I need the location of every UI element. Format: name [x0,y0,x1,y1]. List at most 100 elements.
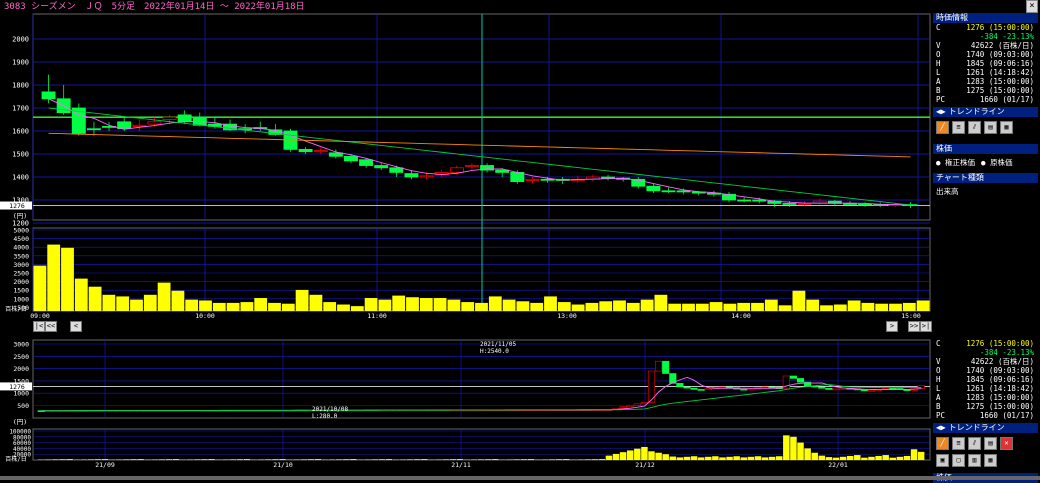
pen-tool-icon[interactable]: ╱ [936,121,949,134]
nav-prev-button[interactable]: < [70,321,82,332]
volume-bar-bottom [741,457,747,460]
low-annotation-value: L:280.0 [312,413,338,420]
volume-bar-bottom [137,459,143,460]
price-tick-label: 1700 [12,105,29,113]
price-unit-label: (円) [13,212,27,220]
quote-value: 1276 (15:00:00) [950,23,1038,32]
volume-bar-bottom [315,459,321,460]
candle-body [314,151,327,152]
nav-prev-fast-button[interactable]: << [45,321,57,332]
volume-bar [185,300,198,311]
date-axis-label: 21/09 [95,461,115,469]
daily-candle [655,361,661,371]
nav-next-fast-button[interactable]: >> [908,321,920,332]
volume-bar-bottom [166,459,172,460]
quote2-key: O [933,366,950,375]
volume-bar-bottom [329,459,335,460]
save-tool-icon-2[interactable]: ▦ [984,454,997,467]
quote-row: L1261 (14:18:42) [933,68,1038,77]
candle-body [859,204,872,205]
candle-body [647,186,660,191]
volume-bar [875,304,888,311]
quote2-value: 1740 (09:03:00) [950,366,1038,375]
copy-tool-icon-2[interactable]: ▣ [936,454,949,467]
radio-adjusted[interactable]: ● 権正株価 [936,157,975,168]
volume-bar [572,305,585,311]
volume-bar-bottom [230,459,236,460]
pen-tool-icon-2[interactable]: ╱ [936,437,949,450]
volume-bar-bottom [506,459,512,460]
current-price-label: 1276 [9,202,25,210]
volume-bar-bottom [662,454,668,460]
volume-bar-bottom [868,457,874,460]
volume-bar [793,291,806,311]
save-tool-icon[interactable]: ▦ [1000,121,1013,134]
volume-bar [613,300,626,311]
channel-tool-icon-2[interactable]: ⫽ [968,437,981,450]
volume-bar-bottom [691,456,697,460]
volume-bar-bottom [890,458,896,460]
paste-tool-icon-2[interactable]: ▢ [952,454,965,467]
quote2-value: 1276 (15:00:00) [950,339,1038,348]
time-axis-label: 11:00 [367,312,387,320]
quote-value: 1283 (15:00:00) [950,77,1038,86]
volume-bar [475,303,488,311]
volume-bar [599,301,612,311]
fib-tool-icon-2[interactable]: ▤ [984,437,997,450]
candle-body [148,122,161,124]
channel-tool-icon[interactable]: ⫽ [968,121,981,134]
volume-bar-bottom [769,457,775,460]
volume-bar-bottom [549,459,555,460]
trendline-header-2[interactable]: ◀▶ トレンドライン [933,423,1038,433]
ma-mid-line-bottom [42,385,922,411]
grid-tool-icon-2[interactable]: ≡ [952,437,965,450]
quote-row: B1275 (15:00:00) [933,86,1038,95]
volume-bar [668,304,681,311]
nav-last-button[interactable]: >| [920,321,932,332]
quote2-value: -384 -23.13% [950,348,1038,357]
volume-bar [862,303,875,311]
volume-bar-bottom [88,459,94,460]
price-tick-label-bottom: 500 [17,402,29,410]
volume-bar-bottom [102,459,108,460]
daily-candle [627,405,633,406]
volume-bar-bottom [116,459,122,460]
chart-type-value[interactable]: 出来高 [933,183,1038,200]
daily-candle [769,387,775,388]
nav-first-button[interactable]: |< [33,321,45,332]
volume-bar-bottom [861,458,867,460]
quote-panel-header: 時価情報 [933,13,1038,23]
volume-bar-bottom [442,459,448,460]
trendline-header[interactable]: ◀▶ トレンドライン [933,107,1038,117]
volume-bar-bottom [237,459,243,460]
volume-bar [834,305,847,311]
volume-bar [116,296,129,311]
volume-bar-bottom [670,457,676,460]
volume-unit-label: 百株/日 [5,305,27,313]
volume-tick-label: 3000 [13,261,29,269]
delete-tool-icon-2[interactable]: ✕ [1000,437,1013,450]
volume-bar-bottom [783,435,789,460]
daily-candle [826,388,832,389]
radio-raw[interactable]: ● 原株価 [981,157,1013,168]
daily-candle [748,389,754,390]
volume-bar-bottom [450,459,456,460]
print-tool-icon-2[interactable]: ▥ [968,454,981,467]
volume-bar-bottom [620,452,626,460]
daily-candle [620,407,626,408]
fib-tool-icon[interactable]: ▤ [984,121,997,134]
trendline-label: トレンドライン [949,107,1005,117]
candle-body [133,125,146,126]
volume-bar-bottom [478,459,484,460]
volume-bar-bottom [811,453,817,460]
volume-bar [641,300,654,311]
volume-bar-bottom [59,459,65,460]
nav-next-button[interactable]: > [886,321,898,332]
volume-bar-bottom [833,458,839,460]
window-bottom-border [0,476,1040,480]
candle-body [42,92,55,99]
volume-bar [213,303,226,311]
candle-body [738,200,751,201]
quote2-key: L [933,384,950,393]
grid-tool-icon[interactable]: ≡ [952,121,965,134]
